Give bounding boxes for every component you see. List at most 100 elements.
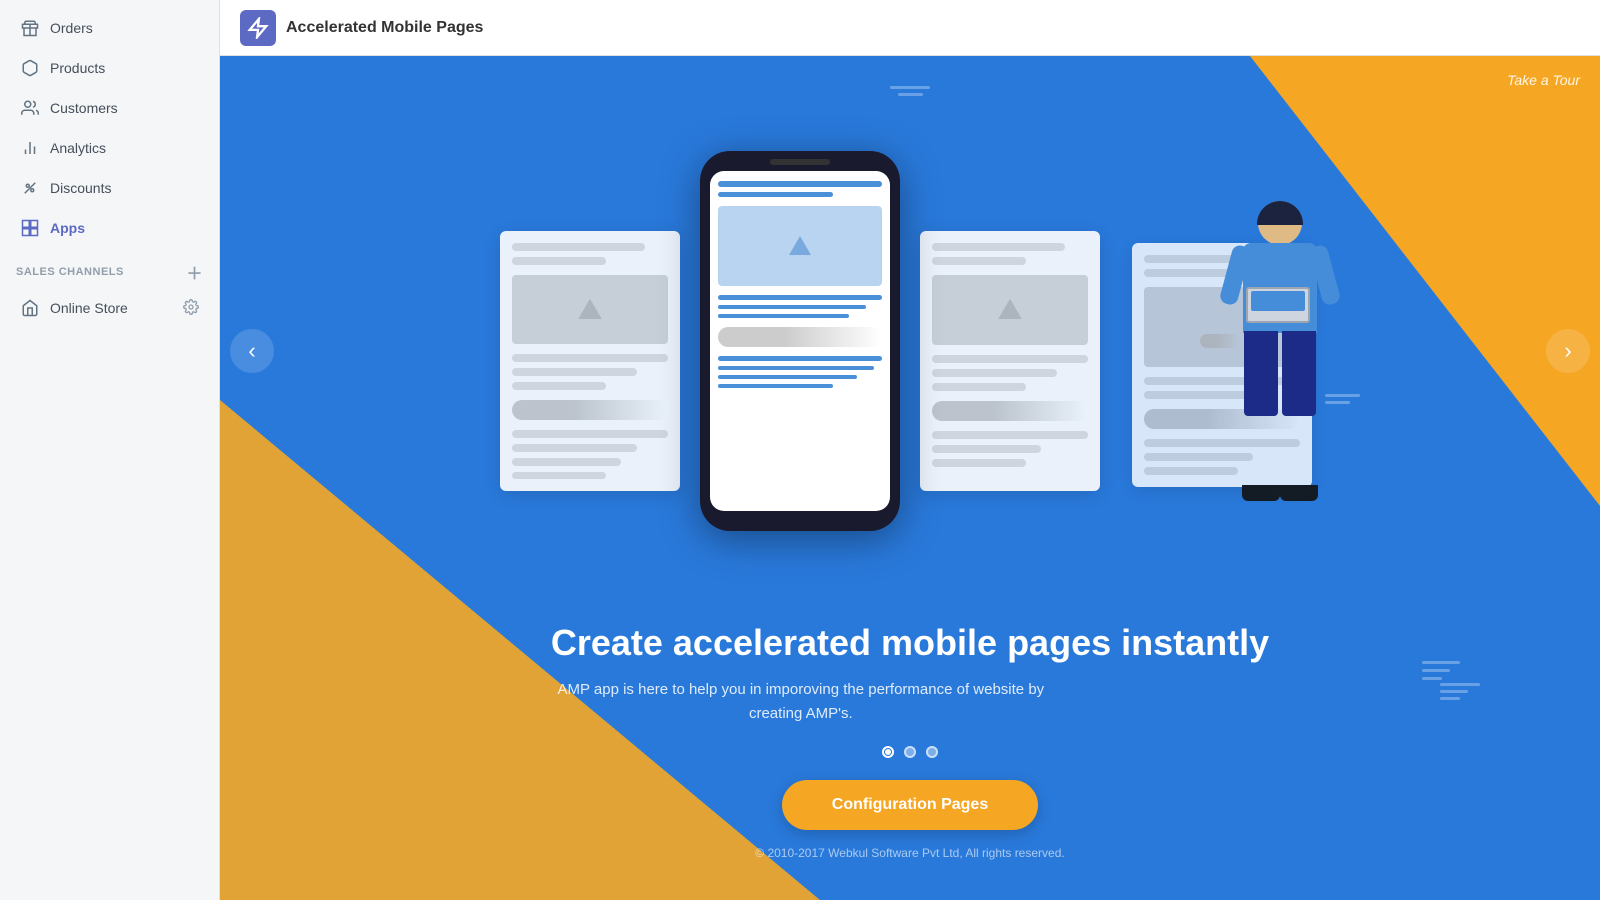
person-hair [1257, 201, 1303, 225]
sidebar-item-customers-label: Customers [50, 100, 118, 116]
footer-text: © 2010-2017 Webkul Software Pvt Ltd, All… [755, 846, 1064, 860]
phone-device: ⛰ [700, 151, 900, 531]
sales-channels-header: SALES CHANNELS ＋ [0, 248, 219, 288]
card-line [512, 430, 668, 438]
deco-line-br3 [1440, 697, 1460, 700]
app-title: Accelerated Mobile Pages [286, 19, 483, 37]
sidebar-item-apps[interactable]: Apps [4, 208, 215, 248]
phone-line [718, 384, 833, 388]
person-foot-right [1280, 485, 1318, 501]
slide-dots [551, 746, 1269, 758]
hero-title: Create accelerated mobile pages instantl… [551, 622, 1269, 664]
sidebar-item-orders[interactable]: Orders [4, 8, 215, 48]
card-sig [932, 401, 1088, 421]
sidebar: Orders Products Customers Analytics Disc… [0, 0, 220, 900]
dot-1[interactable] [882, 746, 894, 758]
discounts-icon [20, 178, 40, 198]
card-line [512, 257, 606, 265]
phone-mockup: ⛰ [700, 191, 900, 531]
phone-line [718, 366, 874, 370]
phone-line [718, 295, 882, 300]
phone-image: ⛰ [718, 206, 882, 286]
app-header: Accelerated Mobile Pages [220, 0, 1600, 56]
cards-area: ⛰ ⛰ [220, 56, 1600, 647]
card-line [512, 472, 606, 480]
phone-sig [718, 327, 882, 347]
sidebar-item-products-label: Products [50, 60, 105, 76]
card-line [932, 243, 1065, 251]
hero-subtitle: AMP app is here to help you in imporovin… [551, 678, 1051, 726]
card-line [932, 369, 1057, 377]
card-line [512, 382, 606, 390]
card-line [512, 444, 637, 452]
sidebar-item-apps-label: Apps [50, 220, 85, 236]
person-laptop [1246, 287, 1310, 323]
deco-line-br-a [1422, 661, 1460, 664]
sidebar-item-customers[interactable]: Customers [4, 88, 215, 128]
sidebar-item-discounts-label: Discounts [50, 180, 111, 196]
customers-icon [20, 98, 40, 118]
analytics-icon [20, 138, 40, 158]
deco-lines-bottom-right [1440, 683, 1480, 700]
phone-line [718, 356, 882, 361]
phone-line [718, 181, 882, 187]
page-card-right1: ⛰ [920, 231, 1100, 491]
deco-lines-br-group [1422, 661, 1460, 680]
sidebar-item-online-store[interactable]: Online Store [4, 288, 215, 328]
deco-line-br2 [1440, 690, 1468, 693]
dot-2[interactable] [904, 746, 916, 758]
person-leg-right [1282, 331, 1316, 416]
products-icon [20, 58, 40, 78]
online-store-icon [20, 298, 40, 318]
deco-line-br-c [1422, 677, 1442, 680]
phone-line [718, 375, 857, 379]
person-foot-left [1242, 485, 1280, 501]
deco-line-br1 [1440, 683, 1480, 686]
card-line [932, 445, 1041, 453]
configuration-pages-button[interactable]: Configuration Pages [782, 780, 1038, 830]
orders-icon [20, 18, 40, 38]
phone-line [718, 192, 833, 197]
sidebar-item-discounts[interactable]: Discounts [4, 168, 215, 208]
person-sig-line [1200, 334, 1240, 348]
sidebar-item-online-store-label: Online Store [50, 300, 128, 316]
card-sig [512, 400, 668, 420]
card-image: ⛰ [932, 275, 1088, 345]
card-line [932, 431, 1088, 439]
card-line [932, 355, 1088, 363]
sidebar-item-orders-label: Orders [50, 20, 93, 36]
next-slide-button[interactable]: › [1546, 329, 1590, 373]
card-line [932, 459, 1026, 467]
card-image: ⛰ [512, 275, 668, 344]
page-card-left: ⛰ [500, 231, 680, 491]
person-illustration [1200, 201, 1360, 501]
hero-section: Take a Tour ‹ ⛰ [220, 56, 1600, 900]
apps-icon [20, 218, 40, 238]
phone-line [718, 305, 866, 309]
phone-notch [770, 159, 830, 165]
phone-screen: ⛰ [710, 171, 890, 511]
card-line [512, 368, 637, 376]
add-sales-channel-icon[interactable]: ＋ [186, 260, 203, 284]
sidebar-item-products[interactable]: Products [4, 48, 215, 88]
take-tour-link[interactable]: Take a Tour [1507, 72, 1580, 88]
deco-line-br-b [1422, 669, 1450, 672]
phone-mountain-icon: ⛰ [788, 230, 812, 263]
card-line [932, 383, 1026, 391]
app-logo [240, 10, 276, 46]
phone-line [718, 314, 849, 318]
prev-slide-button[interactable]: ‹ [230, 329, 274, 373]
main-content: Accelerated Mobile Pages Take a Tour ‹ [220, 0, 1600, 900]
person-leg-left [1244, 331, 1278, 416]
hero-bottom-content: Create accelerated mobile pages instantl… [551, 622, 1269, 830]
mountain-icon: ⛰ [577, 293, 602, 327]
card-line [512, 354, 668, 362]
card-line [932, 257, 1026, 265]
dot-3[interactable] [926, 746, 938, 758]
page-card-person [1120, 231, 1320, 491]
sidebar-item-analytics[interactable]: Analytics [4, 128, 215, 168]
card-line [512, 243, 645, 251]
card-line [512, 458, 621, 466]
online-store-settings-icon[interactable] [183, 299, 199, 318]
sidebar-item-analytics-label: Analytics [50, 140, 106, 156]
